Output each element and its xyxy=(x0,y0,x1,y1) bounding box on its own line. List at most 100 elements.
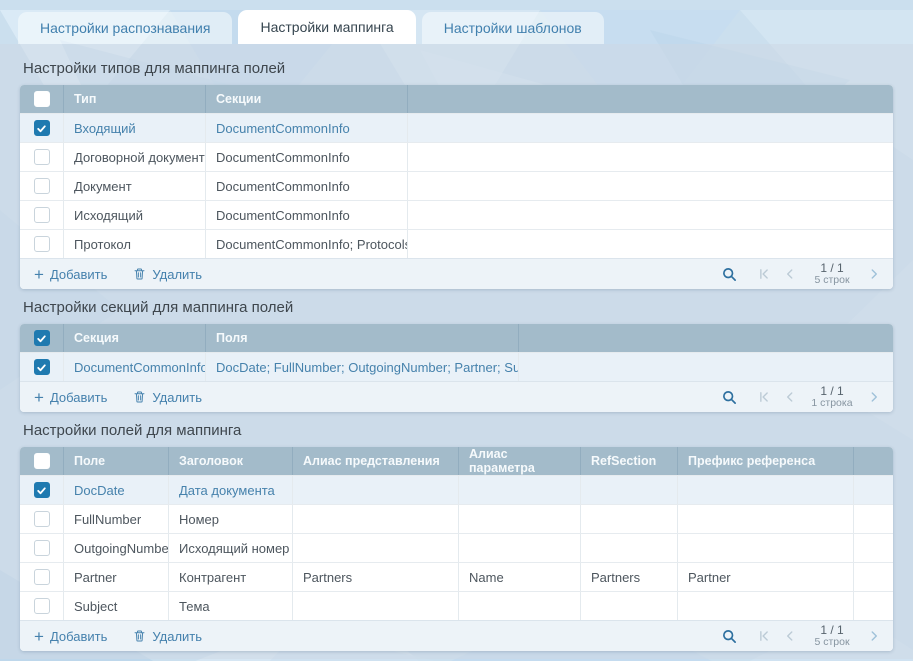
cell-caption: Номер xyxy=(168,505,292,533)
cell-ref-prefix xyxy=(677,505,853,533)
add-button[interactable]: + Добавить xyxy=(34,389,107,406)
row-select-cell xyxy=(20,143,63,171)
cell-sections: DocumentCommonInfo; Protocols xyxy=(205,230,407,258)
table-row[interactable]: Partner Контрагент Partners Name Partner… xyxy=(20,562,893,591)
add-button-label: Добавить xyxy=(50,267,107,282)
header-cell-field: Поле xyxy=(63,447,168,475)
cell-empty xyxy=(407,143,893,171)
cell-ref-prefix xyxy=(677,592,853,620)
next-page-button[interactable] xyxy=(867,267,881,281)
prev-page-button[interactable] xyxy=(783,390,797,404)
row-checkbox[interactable] xyxy=(34,482,50,498)
header-cell-select xyxy=(20,447,63,475)
add-button[interactable]: + Добавить xyxy=(34,628,107,645)
row-checkbox[interactable] xyxy=(34,149,50,165)
header-cell-select xyxy=(20,324,63,352)
cell-view-alias: Partners xyxy=(292,563,458,591)
table-row[interactable]: Исходящий DocumentCommonInfo xyxy=(20,200,893,229)
section-type-settings: Настройки типов для маппинга полей Тип С… xyxy=(20,60,893,289)
search-button[interactable] xyxy=(722,267,737,282)
row-checkbox[interactable] xyxy=(34,359,50,375)
row-checkbox[interactable] xyxy=(34,511,50,527)
pagination: 1 / 1 5 строк xyxy=(757,262,881,287)
row-select-cell xyxy=(20,505,63,533)
first-page-button[interactable] xyxy=(757,629,771,643)
page-number: 1 / 1 xyxy=(809,385,855,398)
header-cell-caption: Заголовок xyxy=(168,447,292,475)
header-cell-sections: Секции xyxy=(205,85,407,113)
add-button[interactable]: + Добавить xyxy=(34,266,107,283)
search-button[interactable] xyxy=(722,629,737,644)
select-all-checkbox[interactable] xyxy=(34,91,50,107)
cell-empty xyxy=(853,505,893,533)
cell-param-alias: Name xyxy=(458,563,580,591)
row-checkbox[interactable] xyxy=(34,120,50,136)
types-table-header: Тип Секции xyxy=(20,85,893,113)
table-row[interactable]: Договорной документ DocumentCommonInfo xyxy=(20,142,893,171)
row-checkbox[interactable] xyxy=(34,598,50,614)
first-page-button[interactable] xyxy=(757,267,771,281)
row-checkbox[interactable] xyxy=(34,236,50,252)
cell-type: Договорной документ xyxy=(63,143,205,171)
header-cell-select xyxy=(20,85,63,113)
cell-sections: DocumentCommonInfo xyxy=(205,114,407,142)
trash-icon xyxy=(133,629,146,643)
table-footer: + Добавить Удалить xyxy=(20,620,893,651)
header-cell-view-alias: Алиас представления xyxy=(292,447,458,475)
row-select-cell xyxy=(20,563,63,591)
add-button-label: Добавить xyxy=(50,390,107,405)
row-checkbox[interactable] xyxy=(34,207,50,223)
section-section-settings: Настройки секций для маппинга полей Секц… xyxy=(20,299,893,412)
table-row[interactable]: Документ DocumentCommonInfo xyxy=(20,171,893,200)
cell-caption: Контрагент xyxy=(168,563,292,591)
section-title-sections: Настройки секций для маппинга полей xyxy=(23,299,893,316)
cell-empty xyxy=(853,592,893,620)
table-row[interactable]: DocumentCommonInfo DocDate; FullNumber; … xyxy=(20,352,893,381)
first-page-button[interactable] xyxy=(757,390,771,404)
next-page-button[interactable] xyxy=(867,390,881,404)
table-row[interactable]: Subject Тема xyxy=(20,591,893,620)
cell-param-alias xyxy=(458,476,580,504)
next-page-button[interactable] xyxy=(867,629,881,643)
select-all-checkbox[interactable] xyxy=(34,453,50,469)
cell-sections: DocumentCommonInfo xyxy=(205,172,407,200)
tab-mapping-settings[interactable]: Настройки маппинга xyxy=(238,10,415,44)
cell-refsection xyxy=(580,592,677,620)
row-select-cell xyxy=(20,201,63,229)
pagination: 1 / 1 5 строк xyxy=(757,624,881,649)
row-checkbox[interactable] xyxy=(34,569,50,585)
table-row[interactable]: OutgoingNumber Исходящий номер xyxy=(20,533,893,562)
sections-table-header: Секция Поля xyxy=(20,324,893,352)
delete-button[interactable]: Удалить xyxy=(133,629,202,644)
page-number: 1 / 1 xyxy=(809,624,855,637)
cell-type: Исходящий xyxy=(63,201,205,229)
search-button[interactable] xyxy=(722,390,737,405)
table-row[interactable]: Входящий DocumentCommonInfo xyxy=(20,113,893,142)
chevron-right-icon xyxy=(867,267,881,281)
page-indicator: 1 / 1 5 строк xyxy=(809,262,855,287)
tab-template-settings[interactable]: Настройки шаблонов xyxy=(422,12,604,44)
section-title-types: Настройки типов для маппинга полей xyxy=(23,60,893,77)
cell-sections: DocumentCommonInfo xyxy=(205,201,407,229)
header-cell-empty xyxy=(853,447,893,475)
cell-view-alias xyxy=(292,534,458,562)
table-row[interactable]: Протокол DocumentCommonInfo; Protocols xyxy=(20,229,893,258)
table-row[interactable]: FullNumber Номер xyxy=(20,504,893,533)
checkmark-icon xyxy=(36,123,47,134)
row-select-cell xyxy=(20,476,63,504)
page-indicator: 1 / 1 5 строк xyxy=(809,624,855,649)
header-cell-type: Тип xyxy=(63,85,205,113)
cell-refsection xyxy=(580,505,677,533)
delete-button[interactable]: Удалить xyxy=(133,267,202,282)
prev-page-button[interactable] xyxy=(783,629,797,643)
prev-page-button[interactable] xyxy=(783,267,797,281)
row-checkbox[interactable] xyxy=(34,540,50,556)
select-all-checkbox[interactable] xyxy=(34,330,50,346)
delete-button[interactable]: Удалить xyxy=(133,390,202,405)
section-title-fields: Настройки полей для маппинга xyxy=(23,422,893,439)
tab-recognition-settings[interactable]: Настройки распознавания xyxy=(18,12,232,44)
table-row[interactable]: DocDate Дата документа xyxy=(20,475,893,504)
first-page-icon xyxy=(757,267,771,281)
row-checkbox[interactable] xyxy=(34,178,50,194)
cell-caption: Тема xyxy=(168,592,292,620)
